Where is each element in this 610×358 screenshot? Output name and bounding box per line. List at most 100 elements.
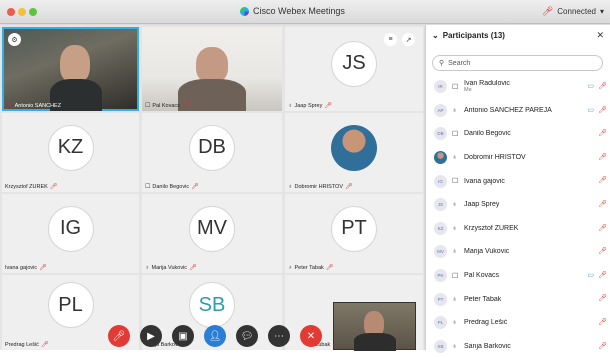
avatar: IG <box>47 205 94 252</box>
phone-icon: ☐ <box>452 178 459 186</box>
mic-muted-icon: 🎤︎ <box>325 265 334 271</box>
mic-muted-icon: 🎤︎ <box>181 103 190 109</box>
participant-row[interactable]: SB ♁ Sanja Barkovic 🎤︎ <box>426 335 610 358</box>
mic-muted-icon: 🎤︎ <box>39 265 47 271</box>
window-title: Cisco Webex Meetings <box>240 6 345 16</box>
participant-row[interactable]: PT ♁ Peter Tabak 🎤︎ <box>426 287 610 311</box>
participant-row[interactable]: PK ☐ Pal Kovacs 🎤︎ ▭ <box>426 264 610 288</box>
participant-avatar: IR <box>434 80 447 94</box>
stop-video-button[interactable]: ▶ <box>140 325 162 347</box>
video-tile[interactable]: ☐ Pal Kovacs 🎤︎ <box>142 27 282 111</box>
zoom-window-button[interactable] <box>29 8 37 16</box>
video-tile[interactable]: JS ≡ ↗ ♁ Jaap Sprey 🎤︎ <box>285 27 423 111</box>
title-bar: Cisco Webex Meetings 🎤︎ Connected ▾ <box>0 0 610 24</box>
mic-muted-icon: 🎤︎ <box>598 318 607 326</box>
headset-icon: ♁ <box>288 102 293 109</box>
participant-row[interactable]: IG ☐ Ivana gajovic 🎤︎ <box>426 169 610 193</box>
tile-label: ♁ Marija Vukovic 🎤︎ <box>145 264 197 272</box>
phone-icon: ☐ <box>452 272 459 280</box>
video-tile[interactable]: KZ Krzysztof ZUREK 🎤︎ <box>2 113 139 192</box>
participant-name: Danilo Begovic <box>464 130 511 137</box>
video-tile[interactable]: MV ♁ Marija Vukovic 🎤︎ <box>142 194 282 273</box>
participant-row[interactable]: ♁ Dobromir HRISTOV 🎤︎ <box>426 146 610 170</box>
participant-name-text: Jaap Sprey <box>464 201 500 209</box>
mic-muted-icon: 🎤︎ <box>49 184 58 190</box>
participant-name: Predrag Lešić <box>464 319 507 326</box>
participant-name-text: Ivana gajovic <box>464 177 505 185</box>
headset-icon: ♁ <box>145 264 150 271</box>
participant-avatar: IG <box>434 174 447 188</box>
participant-role: Me <box>464 87 472 94</box>
close-window-button[interactable] <box>7 8 15 16</box>
participant-row[interactable]: IR ☐ Ivan Radulovic Me 🎤︎ ▭ <box>426 75 610 99</box>
avatar: PL <box>47 282 94 328</box>
participant-row[interactable]: DB ☐ Danilo Begovic 🎤︎ <box>426 122 610 146</box>
search-input[interactable]: ⚲ Search <box>432 55 603 71</box>
tile-label: ♁ Jaap Sprey 🎤︎ <box>288 102 332 110</box>
mic-muted-icon: 🎤︎ <box>598 224 607 232</box>
participant-avatar: SB <box>434 339 447 353</box>
participant-row[interactable]: PL ♁ Predrag Lešić 🎤︎ <box>426 311 610 335</box>
headset-icon: ♁ <box>288 183 293 190</box>
participants-button[interactable]: 👤︎ <box>204 325 226 347</box>
close-icon[interactable]: ✕ <box>596 30 604 41</box>
mic-muted-icon: 🎤︎ <box>598 342 607 350</box>
mic-muted-icon: 🎤︎ <box>598 248 607 256</box>
layout-icon[interactable]: ⚙︎ <box>8 33 21 46</box>
video-tile[interactable]: ⚙︎ 🎤︎ Antonio SANCHEZ <box>2 27 139 111</box>
mute-button[interactable]: 🎤︎ <box>108 325 130 347</box>
headset-icon: ♁ <box>452 319 458 327</box>
mic-muted-icon: 🎤︎ <box>189 265 197 271</box>
mic-muted-icon: 🎤︎ <box>191 184 199 190</box>
video-tile[interactable]: DB ☐ Danilo Begovic 🎤︎ <box>142 113 282 192</box>
chat-button[interactable]: 💬︎ <box>236 325 258 347</box>
camera-icon: ▭ <box>587 83 594 90</box>
participants-title: Participants (13) <box>442 31 505 40</box>
minimize-window-button[interactable] <box>18 8 26 16</box>
participant-avatar: JS <box>434 198 447 212</box>
avatar: KZ <box>47 124 94 171</box>
participant-avatar: KZ <box>434 221 447 235</box>
avatar: SB <box>189 282 235 328</box>
meeting-controls: 🎤︎ ▶ ▣ 👤︎ 💬︎ ⋯ ✕ <box>108 325 322 347</box>
self-view-video[interactable] <box>333 302 416 351</box>
connection-status[interactable]: 🎤︎ Connected ▾ <box>542 6 604 17</box>
headset-icon: ♁ <box>452 154 458 162</box>
participant-name-text: Antonio SANCHEZ PAREJA <box>464 106 552 114</box>
tile-label: ♁ Peter Tabak 🎤︎ <box>288 264 334 272</box>
phone-icon: ☐ <box>145 103 151 109</box>
tile-label: ☐ Pal Kovacs 🎤︎ <box>145 102 190 110</box>
participant-name: Antonio SANCHEZ PAREJA <box>464 107 552 114</box>
participant-row[interactable]: JS ♁ Jaap Sprey 🎤︎ <box>426 193 610 217</box>
video-tile[interactable]: ♁ Dobromir HRISTOV 🎤︎ <box>285 113 423 192</box>
participant-name-text: Dobromir HRISTOV <box>464 154 526 162</box>
avatar: MV <box>189 205 235 252</box>
mic-muted-icon: 🎤︎ <box>541 6 554 16</box>
mic-muted-icon: 🎤︎ <box>598 153 607 161</box>
pin-icon[interactable]: ↗ <box>402 33 415 46</box>
participant-video <box>60 45 90 83</box>
search-icon: ⚲ <box>439 60 445 67</box>
video-tile[interactable]: IG Ivana gajovic 🎤︎ <box>2 194 139 273</box>
participant-row[interactable]: MV ♁ Marija Vukovic 🎤︎ <box>426 240 610 264</box>
headset-icon: ♁ <box>288 264 293 271</box>
participant-video <box>196 47 228 83</box>
mic-muted-icon: 🎤︎ <box>598 130 607 138</box>
webex-logo-icon <box>240 6 249 16</box>
share-button[interactable]: ▣ <box>172 325 194 347</box>
participants-panel: ⌄ Participants (13) ✕ ⚲ Search IR ☐ Ivan R… <box>425 25 610 353</box>
mic-muted-icon: 🎤︎ <box>345 184 353 190</box>
participants-list: IR ☐ Ivan Radulovic Me 🎤︎ ▭ AP ♁ Antonio SANCHEZ… <box>426 75 610 358</box>
phone-icon: ☐ <box>452 130 459 138</box>
leave-meeting-button[interactable]: ✕ <box>300 325 322 347</box>
menu-icon[interactable]: ≡ <box>384 33 397 46</box>
participants-header[interactable]: ⌄ Participants (13) <box>432 31 505 40</box>
tile-label: Ivana gajovic 🎤︎ <box>5 264 47 272</box>
more-options-button[interactable]: ⋯ <box>268 325 290 347</box>
profile-photo <box>331 124 377 171</box>
tile-label: ♁ Dobromir HRISTOV 🎤︎ <box>288 183 353 191</box>
participant-row[interactable]: AP ♁ Antonio SANCHEZ PAREJA 🎤︎ ▭ <box>426 99 610 123</box>
participant-row[interactable]: KZ ♁ Krzysztof ZUREK 🎤︎ <box>426 217 610 241</box>
video-tile[interactable]: PT ♁ Peter Tabak 🎤︎ <box>285 194 423 273</box>
participant-name-text: Predrag Lešić <box>464 319 508 327</box>
